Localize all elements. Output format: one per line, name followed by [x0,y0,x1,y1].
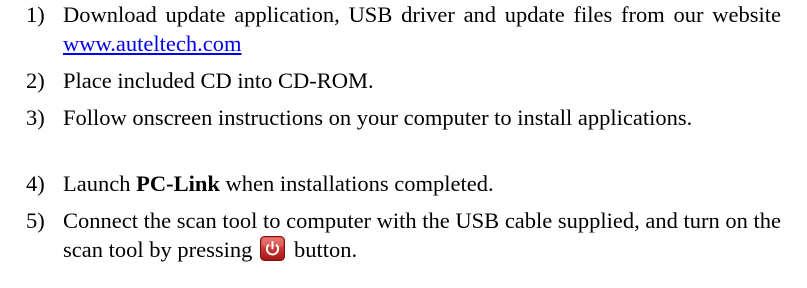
website-link[interactable]: www.auteltech.com [63,31,241,56]
step-number: 2) [26,68,45,93]
power-icon [259,236,285,261]
pc-link-app-name: PC-Link [136,171,220,196]
step-text: Place included CD into CD-ROM. [63,68,374,93]
step-text-segment: when installations completed. [219,171,494,196]
step-text: Download update application, USB driver … [63,0,781,58]
step-text: Follow onscreen instructions on your com… [63,105,693,130]
step-text-segment: Launch [63,171,137,196]
step-number: 5) [26,208,45,233]
step-number: 1) [26,2,45,27]
step-text-segment: Connect the scan tool to computer with t… [63,208,781,262]
step-number: 4) [26,171,45,196]
instruction-document: 1) Download update application, USB driv… [0,0,807,288]
step-text: Launch PC-Link when installations comple… [63,169,781,198]
step-number: 3) [26,105,45,130]
step-text: Connect the scan tool to computer with t… [63,206,781,264]
step-text-segment: button. [293,237,358,262]
step-text-segment: Download update application, USB driver … [63,2,781,27]
